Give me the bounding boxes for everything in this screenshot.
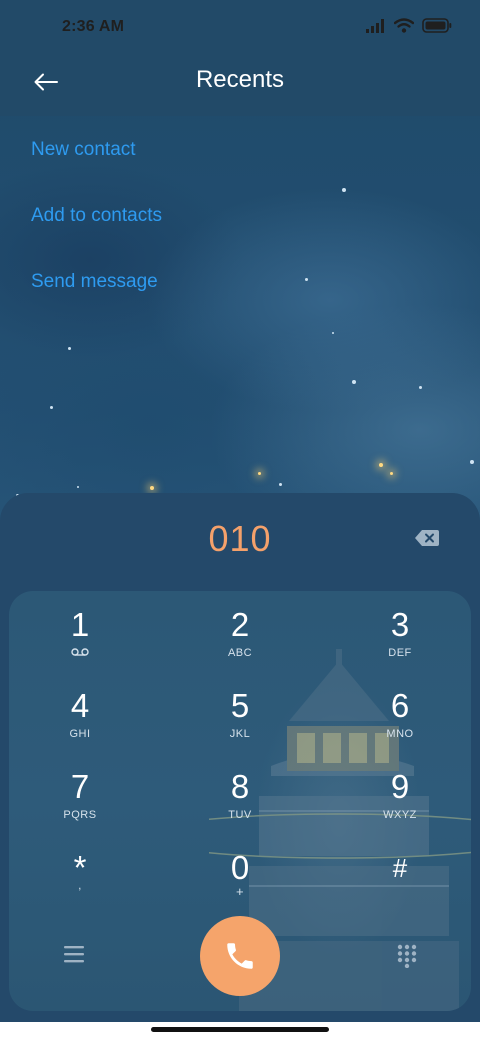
phone-icon bbox=[227, 943, 253, 969]
number-actions: New contact Add to contacts Send message bbox=[31, 137, 162, 335]
dialer-screen: 2:36 AM Recents New contact Add to conta… bbox=[0, 0, 480, 1022]
dialed-number: 010 bbox=[208, 518, 272, 559]
key-7[interactable]: 7 PQRS bbox=[20, 769, 140, 839]
key-1[interactable]: 1 bbox=[20, 607, 140, 677]
key-hash[interactable]: # bbox=[340, 850, 460, 920]
page-title: Recents bbox=[195, 66, 285, 93]
new-contact-link[interactable]: New contact bbox=[31, 137, 162, 203]
nav-header: Recents bbox=[0, 56, 480, 112]
key-4[interactable]: 4 GHI bbox=[20, 688, 140, 758]
menu-icon[interactable] bbox=[63, 944, 85, 964]
add-to-contacts-link[interactable]: Add to contacts bbox=[31, 203, 162, 269]
send-message-link[interactable]: Send message bbox=[31, 269, 162, 335]
key-3[interactable]: 3 DEF bbox=[340, 607, 460, 677]
key-star[interactable]: * , bbox=[20, 850, 140, 920]
key-2[interactable]: 2 ABC bbox=[180, 607, 300, 677]
status-time: 2:36 AM bbox=[62, 18, 125, 35]
backspace-icon[interactable] bbox=[414, 528, 440, 548]
key-9[interactable]: 9 WXYZ bbox=[340, 769, 460, 839]
signal-icon bbox=[366, 18, 384, 33]
key-6[interactable]: 6 MNO bbox=[340, 688, 460, 758]
call-button[interactable] bbox=[200, 916, 280, 996]
home-indicator[interactable] bbox=[151, 1027, 329, 1032]
battery-icon bbox=[422, 18, 452, 33]
wifi-icon bbox=[394, 18, 414, 33]
key-5[interactable]: 5 JKL bbox=[180, 688, 300, 758]
voicemail-icon bbox=[71, 648, 89, 656]
dialpad-icon[interactable] bbox=[397, 944, 417, 968]
dial-keypad: 1 2 ABC 3 DEF 4 GHI 5 JKL 6 MNO 7 PQRS 8… bbox=[9, 591, 471, 1011]
key-0[interactable]: 0 + bbox=[180, 850, 300, 920]
status-bar: 2:36 AM bbox=[0, 0, 480, 56]
key-8[interactable]: 8 TUV bbox=[180, 769, 300, 839]
